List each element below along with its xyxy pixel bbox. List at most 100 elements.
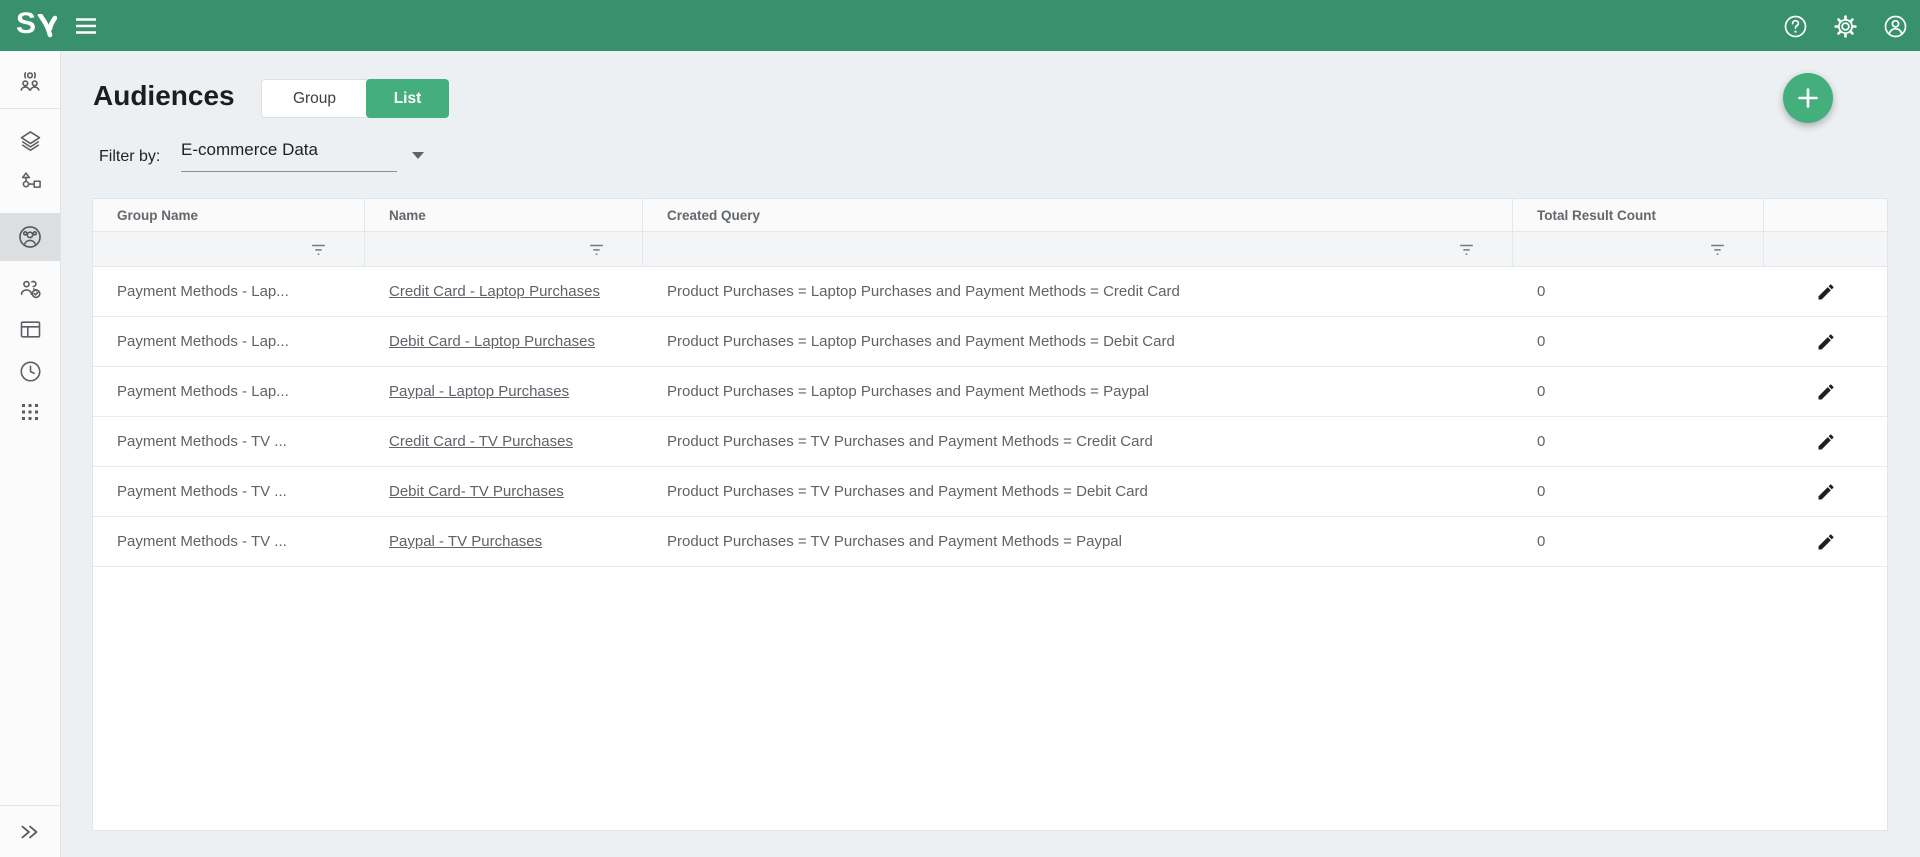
audience-name-link[interactable]: Paypal - Laptop Purchases (389, 383, 569, 400)
edit-button[interactable] (1809, 325, 1843, 359)
menu-icon (73, 13, 99, 39)
cell-total-count: 0 (1513, 483, 1764, 500)
table-row: Payment Methods - TV ... Credit Card - T… (93, 417, 1887, 467)
pencil-icon (1816, 382, 1836, 402)
sidebar-item-dashboard[interactable] (0, 309, 60, 349)
sidebar-item-cohorts[interactable] (0, 269, 60, 309)
logo-swoosh-icon (37, 14, 57, 38)
col-actions (1764, 199, 1887, 231)
filter-icon (1457, 240, 1476, 259)
pencil-icon (1816, 332, 1836, 352)
cell-total-count: 0 (1513, 533, 1764, 550)
col-created-query: Created Query (643, 199, 1513, 231)
filter-by-label: Filter by: (99, 148, 160, 166)
audience-name-link[interactable]: Debit Card- TV Purchases (389, 483, 564, 500)
add-audience-button[interactable] (1783, 73, 1833, 123)
help-button[interactable] (1781, 12, 1809, 40)
audiences-table: Group Name Name Created Query Total Resu… (92, 198, 1888, 831)
table-row: Payment Methods - Lap... Credit Card - L… (93, 267, 1887, 317)
cell-created-query: Product Purchases = TV Purchases and Pay… (643, 483, 1513, 500)
sidebar-item-apps[interactable] (0, 392, 60, 432)
top-bar: S (0, 0, 1920, 51)
sidebar-divider (0, 108, 60, 109)
filter-group-name[interactable] (93, 232, 365, 266)
dataset-select[interactable]: E-commerce Data (181, 140, 397, 172)
cell-created-query: Product Purchases = Laptop Purchases and… (643, 333, 1513, 350)
cell-created-query: Product Purchases = Laptop Purchases and… (643, 383, 1513, 400)
app-root: S (0, 0, 1920, 857)
account-icon (1882, 13, 1909, 40)
journey-flow-icon (17, 169, 44, 196)
filter-total-result-count[interactable] (1513, 232, 1764, 266)
table-row: Payment Methods - TV ... Paypal - TV Pur… (93, 517, 1887, 567)
toggle-group-button[interactable]: Group (262, 80, 367, 117)
audience-name-link[interactable]: Paypal - TV Purchases (389, 533, 542, 550)
edit-button[interactable] (1809, 525, 1843, 559)
view-toggle: Group List (261, 79, 449, 118)
pencil-icon (1816, 482, 1836, 502)
gear-icon (1832, 13, 1859, 40)
cell-group-name: Payment Methods - Lap... (93, 333, 365, 350)
plus-icon (1796, 86, 1820, 110)
cell-total-count: 0 (1513, 383, 1764, 400)
table-row: Payment Methods - Lap... Paypal - Laptop… (93, 367, 1887, 417)
pencil-icon (1816, 432, 1836, 452)
col-group-name: Group Name (93, 199, 365, 231)
page-title: Audiences (93, 80, 235, 112)
edit-button[interactable] (1809, 475, 1843, 509)
cell-created-query: Product Purchases = TV Purchases and Pay… (643, 533, 1513, 550)
sidebar-item-people-group[interactable] (0, 62, 60, 102)
settings-button[interactable] (1831, 12, 1859, 40)
pencil-icon (1816, 532, 1836, 552)
edit-button[interactable] (1809, 425, 1843, 459)
cell-group-name: Payment Methods - Lap... (93, 383, 365, 400)
edit-button[interactable] (1809, 375, 1843, 409)
toggle-list-button[interactable]: List (366, 79, 449, 118)
menu-button[interactable] (72, 12, 100, 40)
logo-text: S (16, 7, 35, 41)
apps-grid-icon (18, 400, 42, 424)
app-logo: S (16, 7, 57, 41)
sidebar-item-layers[interactable] (0, 121, 60, 161)
cell-group-name: Payment Methods - TV ... (93, 433, 365, 450)
pencil-icon (1816, 282, 1836, 302)
filter-created-query[interactable] (643, 232, 1513, 266)
audiences-icon (16, 223, 44, 251)
history-clock-icon (17, 358, 44, 385)
chevrons-right-icon (17, 819, 43, 845)
account-button[interactable] (1881, 12, 1909, 40)
help-icon (1782, 13, 1809, 40)
col-total-result-count: Total Result Count (1513, 199, 1764, 231)
sidebar-item-audiences[interactable] (0, 213, 60, 261)
filter-actions-empty (1764, 232, 1887, 266)
cell-created-query: Product Purchases = TV Purchases and Pay… (643, 433, 1513, 450)
layers-icon (17, 128, 44, 155)
filter-icon (587, 240, 606, 259)
sidebar-item-history[interactable] (0, 351, 60, 391)
cell-group-name: Payment Methods - Lap... (93, 283, 365, 300)
cohort-check-icon (16, 275, 44, 303)
col-name: Name (365, 199, 643, 231)
filter-icon (1708, 240, 1727, 259)
cell-total-count: 0 (1513, 333, 1764, 350)
dashboard-icon (17, 316, 44, 343)
table-row: Payment Methods - Lap... Debit Card - La… (93, 317, 1887, 367)
sidebar (0, 51, 61, 857)
sidebar-expand-button[interactable] (0, 805, 60, 857)
people-group-icon (16, 68, 44, 96)
caret-down-icon[interactable] (412, 152, 424, 159)
audience-name-link[interactable]: Credit Card - TV Purchases (389, 433, 573, 450)
table-filter-row (93, 232, 1887, 267)
cell-created-query: Product Purchases = Laptop Purchases and… (643, 283, 1513, 300)
cell-group-name: Payment Methods - TV ... (93, 533, 365, 550)
table-row: Payment Methods - TV ... Debit Card- TV … (93, 467, 1887, 517)
cell-total-count: 0 (1513, 283, 1764, 300)
filter-name[interactable] (365, 232, 643, 266)
audience-name-link[interactable]: Debit Card - Laptop Purchases (389, 333, 595, 350)
table-header-row: Group Name Name Created Query Total Resu… (93, 199, 1887, 232)
cell-group-name: Payment Methods - TV ... (93, 483, 365, 500)
edit-button[interactable] (1809, 275, 1843, 309)
filter-icon (309, 240, 328, 259)
sidebar-item-journey[interactable] (0, 162, 60, 202)
audience-name-link[interactable]: Credit Card - Laptop Purchases (389, 283, 600, 300)
